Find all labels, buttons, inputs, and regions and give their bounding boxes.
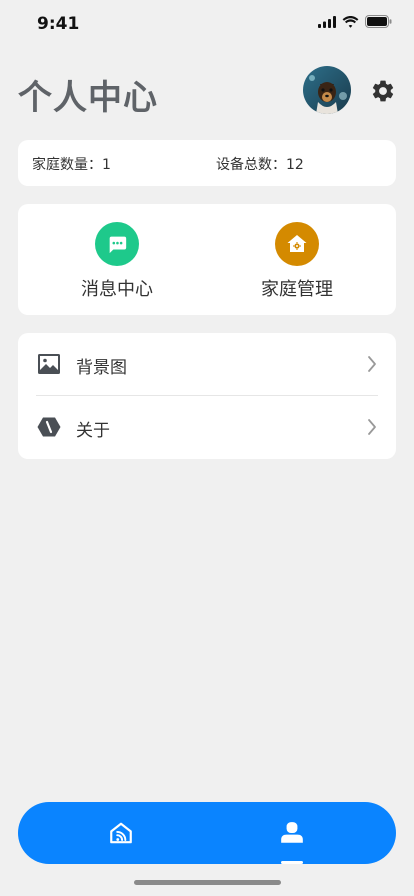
stats-card: 家庭数量：1 设备总数：12 <box>18 140 396 186</box>
about-icon <box>37 417 61 437</box>
menu-item-about-label: 关于 <box>76 421 110 441</box>
wifi-icon <box>342 15 359 28</box>
signal-icon <box>318 15 336 28</box>
quick-actions-card: 消息中心 家庭管理 <box>18 204 396 315</box>
menu-card: 背景图 关于 <box>18 333 396 459</box>
menu-item-background-label: 背景图 <box>76 358 127 378</box>
profile-icon <box>281 822 303 843</box>
home-management-button[interactable]: 家庭管理 <box>227 222 367 302</box>
home-count: 家庭数量：1 <box>32 157 111 173</box>
message-center-label: 消息中心 <box>81 279 153 300</box>
gear-icon[interactable] <box>370 78 396 104</box>
tab-profile[interactable] <box>232 802 352 864</box>
battery-icon <box>365 15 392 28</box>
status-icons <box>318 15 392 28</box>
message-center-button[interactable]: 消息中心 <box>47 222 187 302</box>
status-time: 9:41 <box>37 14 80 34</box>
avatar-image <box>303 66 351 114</box>
device-total: 设备总数：12 <box>216 157 304 173</box>
home-icon <box>110 822 132 844</box>
home-settings-icon <box>275 222 319 266</box>
menu-item-background[interactable]: 背景图 <box>18 333 396 396</box>
chevron-right-icon <box>368 419 376 435</box>
image-icon <box>38 354 60 374</box>
page-title: 个人中心 <box>18 78 158 118</box>
header: 个人中心 <box>18 62 396 122</box>
home-indicator <box>134 880 281 885</box>
chevron-right-icon <box>368 356 376 372</box>
menu-item-about[interactable]: 关于 <box>18 396 396 458</box>
tab-home[interactable] <box>61 802 181 864</box>
avatar[interactable] <box>303 66 351 114</box>
active-tab-indicator <box>281 861 303 864</box>
home-management-label: 家庭管理 <box>261 279 333 300</box>
message-icon <box>95 222 139 266</box>
status-bar: 9:41 <box>0 0 414 48</box>
tab-bar <box>18 802 396 864</box>
